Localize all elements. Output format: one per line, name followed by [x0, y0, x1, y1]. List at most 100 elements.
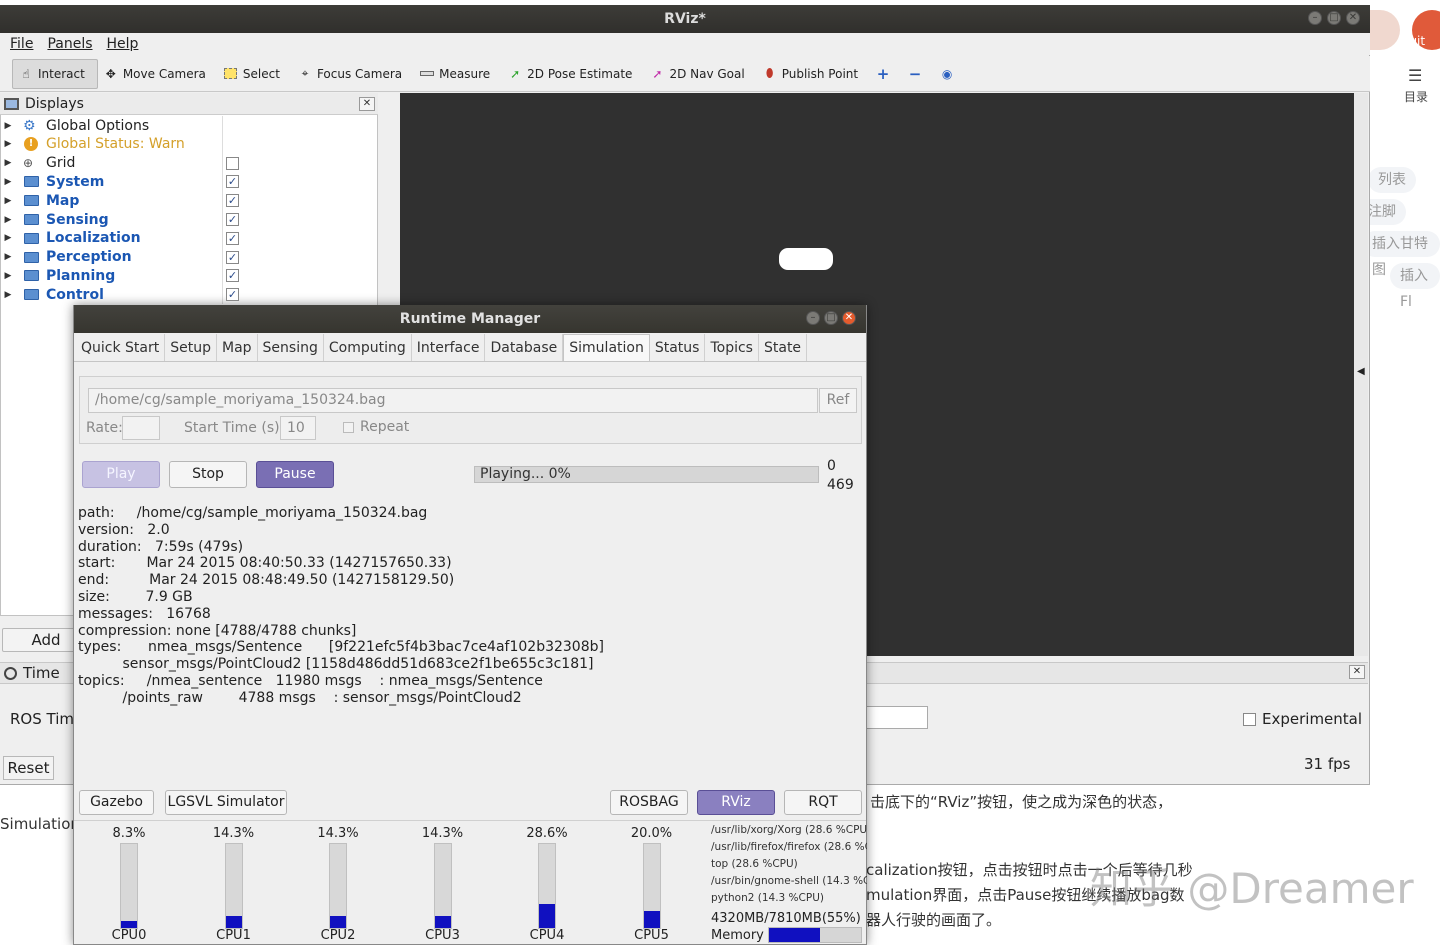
- maximize-icon[interactable]: □: [824, 311, 838, 325]
- interact-tool[interactable]: ☝ Interact: [12, 58, 98, 89]
- expand-arrow-icon[interactable]: ▶: [0, 177, 16, 187]
- display-checkbox[interactable]: ✓: [226, 288, 239, 302]
- ref-button[interactable]: Ref: [819, 388, 857, 413]
- bag-info-text: path: /home/cg/sample_moriyama_150324.ba…: [78, 505, 604, 707]
- display-item[interactable]: ▶ ⚙ Global Options: [0, 116, 378, 135]
- tab-setup[interactable]: Setup: [165, 334, 217, 361]
- display-checkbox[interactable]: ✓: [226, 213, 239, 226]
- gazebo-button[interactable]: Gazebo: [79, 790, 154, 815]
- view-tool-button[interactable]: ◉: [934, 59, 966, 89]
- expand-arrow-icon[interactable]: ▶: [0, 196, 16, 206]
- minimize-icon[interactable]: –: [1308, 11, 1322, 25]
- folder-icon: [24, 270, 39, 282]
- experimental-checkbox[interactable]: [1243, 712, 1256, 726]
- expand-arrow-icon[interactable]: ▶: [0, 252, 16, 262]
- cpu-bar-fill: [434, 916, 451, 928]
- pose-estimate-tool[interactable]: ➚ 2D Pose Estimate: [502, 59, 644, 89]
- menu-help[interactable]: Help: [107, 36, 139, 52]
- display-checkbox[interactable]: ✓: [226, 231, 239, 245]
- close-icon[interactable]: ✕: [1346, 11, 1360, 25]
- add-tool-button[interactable]: +: [870, 59, 902, 89]
- stop-button[interactable]: Stop: [169, 461, 247, 488]
- display-item[interactable]: ▶ Control ✓: [0, 285, 378, 304]
- expand-arrow-icon[interactable]: ▶: [0, 139, 16, 149]
- memory-usage-text: 4320MB/7810MB(55%): [711, 911, 861, 926]
- tab-database[interactable]: Database: [485, 334, 564, 361]
- toc-icon[interactable]: ☰: [1408, 66, 1422, 85]
- tab-state[interactable]: State: [759, 334, 808, 361]
- display-checkbox[interactable]: ✓: [226, 250, 239, 264]
- lgsvl-simulator-button[interactable]: LGSVL Simulator: [165, 790, 287, 815]
- tab-computing[interactable]: Computing: [324, 334, 412, 361]
- display-item[interactable]: ▶ Perception ✓: [0, 248, 378, 267]
- display-item[interactable]: ▶ System ✓: [0, 172, 378, 191]
- pill-list[interactable]: 列表: [1368, 167, 1416, 193]
- expand-arrow-icon[interactable]: ▶: [0, 290, 16, 300]
- gear-icon: ⚙: [23, 117, 36, 134]
- bag-info-line: messages: 16768: [78, 605, 211, 622]
- tab-status[interactable]: Status: [650, 334, 706, 361]
- tab-sensing[interactable]: Sensing: [258, 334, 324, 361]
- menu-panels[interactable]: Panels: [47, 36, 92, 52]
- minimize-icon[interactable]: –: [806, 311, 820, 325]
- tab-topics[interactable]: Topics: [705, 334, 759, 361]
- reset-button[interactable]: Reset: [3, 756, 54, 780]
- expand-arrow-icon[interactable]: ▶: [0, 215, 16, 225]
- bag-path-field[interactable]: /home/cg/sample_moriyama_150324.bag: [88, 388, 818, 413]
- process-list: /usr/lib/xorg/Xorg (28.6 %CPU) /usr/lib/f…: [711, 822, 867, 907]
- display-checkbox[interactable]: ✓: [226, 194, 239, 208]
- start-time-input[interactable]: 10: [280, 416, 316, 440]
- tab-interface[interactable]: Interface: [412, 334, 486, 361]
- pill-flow[interactable]: 插入Fl: [1390, 263, 1440, 310]
- pill-gantt[interactable]: 插入甘特图: [1362, 231, 1440, 278]
- select-tool[interactable]: Select: [218, 59, 292, 89]
- expand-arrow-icon[interactable]: ▶: [0, 121, 16, 131]
- menu-file[interactable]: File: [10, 36, 33, 52]
- close-time-panel-icon[interactable]: ✕: [1349, 665, 1365, 679]
- nav-goal-tool[interactable]: ➚ 2D Nav Goal: [644, 59, 756, 89]
- close-icon[interactable]: ✕: [842, 311, 856, 325]
- display-item[interactable]: ▶ Localization ✓: [0, 229, 378, 248]
- rviz-button[interactable]: RViz: [697, 790, 775, 815]
- display-item[interactable]: ▶! Global Status: Warn: [0, 135, 378, 154]
- avatar[interactable]: [1370, 10, 1400, 50]
- play-button[interactable]: Play: [82, 461, 160, 488]
- cpu-bar: [538, 843, 556, 929]
- tool-bar: ☝ Interact ✥ Move Camera Select ⌖ Focus Cam…: [0, 56, 1370, 92]
- quit-label[interactable]: Quit: [1400, 34, 1425, 48]
- tab-quick-start[interactable]: Quick Start: [76, 334, 166, 361]
- expand-arrow-icon[interactable]: ▶: [0, 233, 16, 243]
- display-item[interactable]: ▶ ⊕ Grid: [0, 154, 378, 173]
- process-entry: /usr/lib/firefox/firefox (28.6 %CPU: [711, 841, 867, 853]
- pause-button[interactable]: Pause: [256, 461, 334, 488]
- rosbag-button[interactable]: ROSBAG: [610, 790, 688, 815]
- display-checkbox[interactable]: ✓: [226, 269, 239, 283]
- right-panel-collapse[interactable]: ◀: [1354, 93, 1368, 656]
- toc-label[interactable]: 目录: [1404, 88, 1428, 105]
- eye-icon: ◉: [941, 66, 953, 81]
- expand-arrow-icon[interactable]: ▶: [0, 271, 16, 281]
- focus-camera-tool[interactable]: ⌖ Focus Camera: [292, 59, 414, 89]
- tab-simulation[interactable]: Simulation: [563, 334, 650, 361]
- display-checkbox[interactable]: ✓: [226, 175, 239, 189]
- time-panel-title: Time: [4, 664, 60, 682]
- display-item[interactable]: ▶ Sensing ✓: [0, 210, 378, 229]
- display-checkbox[interactable]: [226, 156, 239, 170]
- remove-tool-button[interactable]: −: [902, 59, 934, 89]
- display-item[interactable]: ▶ Planning ✓: [0, 266, 378, 285]
- tab-map[interactable]: Map: [217, 334, 258, 361]
- maximize-icon[interactable]: □: [1327, 11, 1341, 25]
- publish-point-tool[interactable]: ⬮ Publish Point: [757, 59, 870, 89]
- window-controls: – □ ✕: [1308, 11, 1360, 25]
- measure-tool[interactable]: Measure: [414, 59, 502, 89]
- display-item[interactable]: ▶ Map ✓: [0, 191, 378, 210]
- expand-arrow-icon[interactable]: ▶: [0, 158, 16, 168]
- measure-icon: [420, 67, 435, 81]
- close-panel-icon[interactable]: ✕: [359, 97, 375, 111]
- repeat-checkbox[interactable]: [343, 422, 354, 433]
- experimental-option[interactable]: Experimental: [1243, 710, 1362, 728]
- move-camera-tool[interactable]: ✥ Move Camera: [98, 59, 218, 89]
- rqt-button[interactable]: RQT: [784, 790, 862, 815]
- rate-input[interactable]: [122, 416, 160, 440]
- ros-time-field[interactable]: [866, 706, 928, 729]
